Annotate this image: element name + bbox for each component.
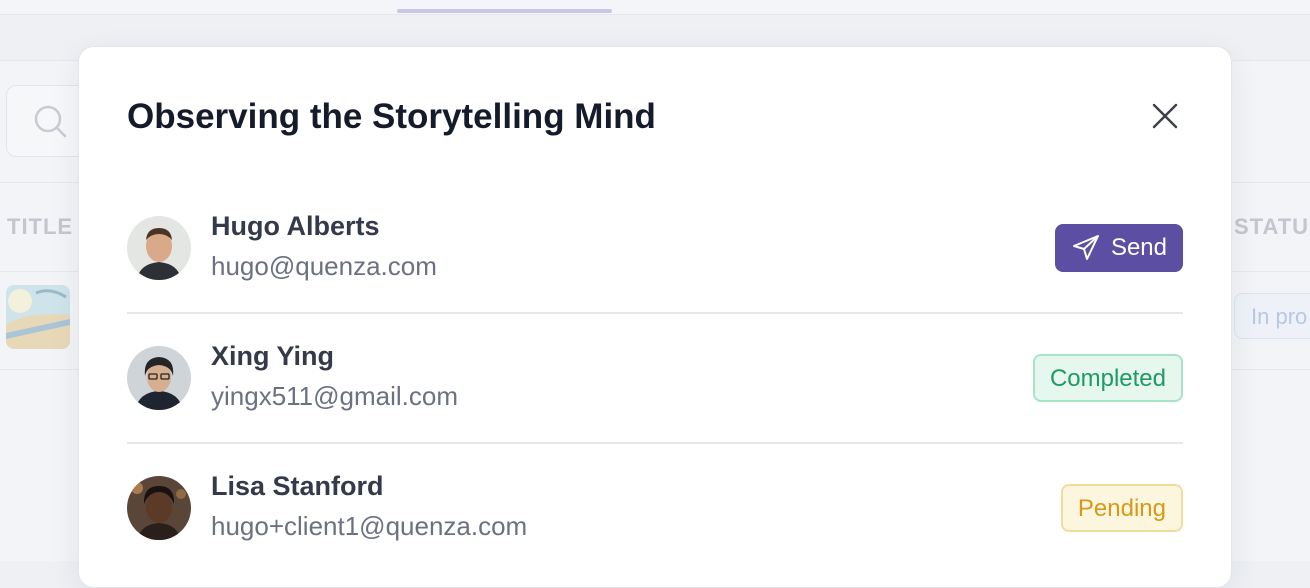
status-badge: In pro	[1234, 293, 1310, 339]
close-button[interactable]	[1147, 98, 1183, 134]
column-header-title[interactable]: TITLE	[7, 214, 73, 240]
top-navigation	[0, 0, 1310, 15]
search-icon	[34, 105, 67, 138]
activity-thumbnail	[6, 285, 70, 349]
participant-row: Hugo Alberts hugo@quenza.com Send	[127, 183, 1183, 313]
send-button-label: Send	[1110, 234, 1167, 261]
status-badge-completed: Completed	[1032, 354, 1183, 402]
send-icon	[1072, 235, 1099, 260]
participant-name: Hugo Alberts	[211, 211, 380, 241]
status-badge-pending: Pending	[1060, 484, 1183, 532]
participant-name: Lisa Stanford	[211, 471, 384, 501]
avatar	[127, 216, 191, 280]
participant-row: Xing Ying yingx511@gmail.com Completed	[127, 313, 1183, 443]
column-header-status[interactable]: STATU	[1234, 214, 1309, 240]
participant-email: yingx511@gmail.com	[211, 381, 459, 411]
active-tab-indicator	[397, 9, 612, 13]
participants-modal: Observing the Storytelling Mind Hugo Alb…	[78, 46, 1232, 588]
avatar	[127, 346, 191, 410]
close-icon	[1152, 103, 1178, 129]
avatar	[127, 476, 191, 540]
participant-email: hugo+client1@quenza.com	[211, 511, 528, 541]
participant-name: Xing Ying	[211, 341, 335, 371]
send-button[interactable]: Send	[1054, 224, 1183, 272]
participant-email: hugo@quenza.com	[211, 251, 437, 281]
participant-row: Lisa Stanford hugo+client1@quenza.com Pe…	[127, 443, 1183, 573]
modal-title: Observing the Storytelling Mind	[127, 97, 656, 136]
